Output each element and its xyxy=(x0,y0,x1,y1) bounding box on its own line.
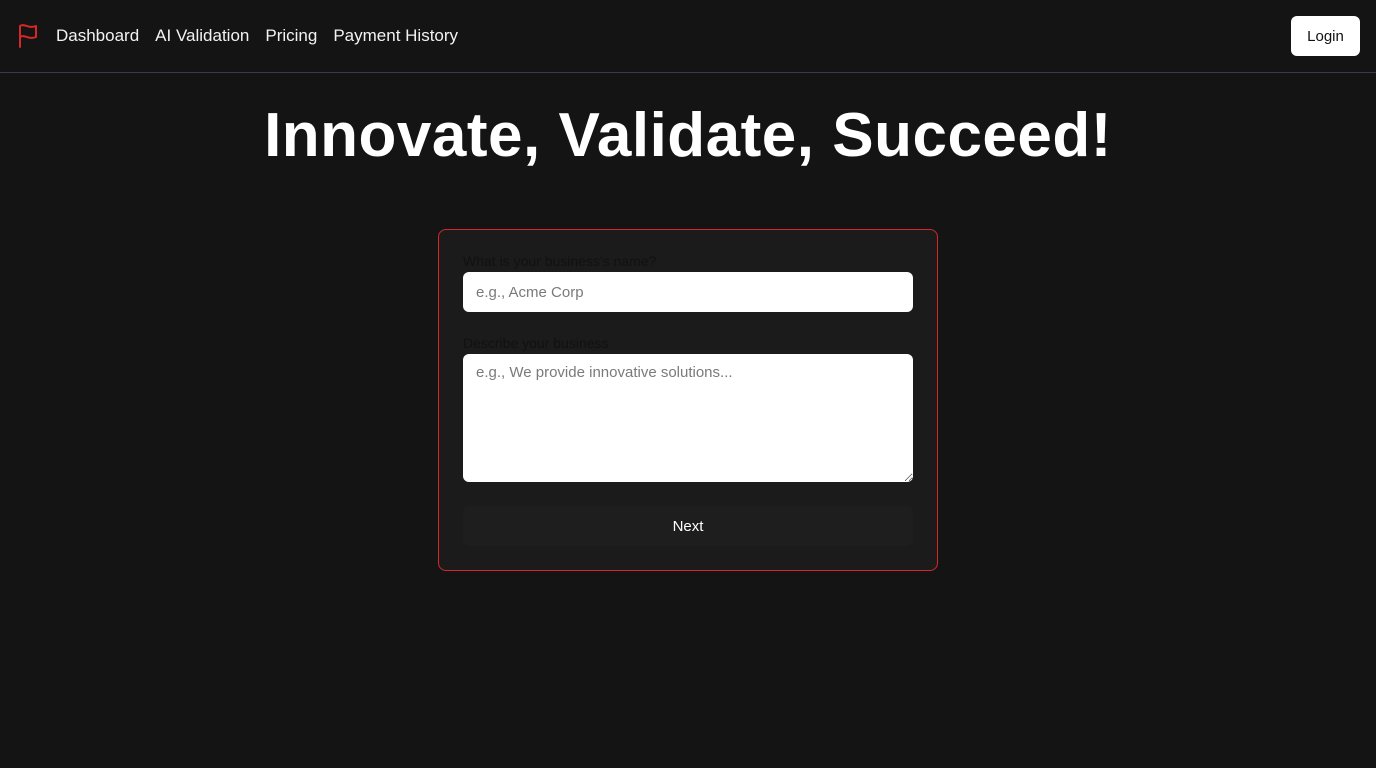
nav-link-payment-history[interactable]: Payment History xyxy=(333,26,458,46)
business-description-label: Describe your business xyxy=(463,335,609,351)
business-name-input[interactable] xyxy=(463,272,913,312)
page-title: Innovate, Validate, Succeed! xyxy=(264,101,1112,170)
business-description-textarea[interactable] xyxy=(463,354,913,482)
nav-link-pricing[interactable]: Pricing xyxy=(265,26,317,46)
flag-icon[interactable] xyxy=(16,23,40,49)
top-navbar: Dashboard AI Validation Pricing Payment … xyxy=(0,0,1376,73)
next-button[interactable]: Next xyxy=(463,506,913,546)
business-form-card: What is your business's name? Describe y… xyxy=(438,229,938,571)
login-button[interactable]: Login xyxy=(1291,16,1360,56)
business-name-label: What is your business's name? xyxy=(463,253,657,269)
nav-link-ai-validation[interactable]: AI Validation xyxy=(155,26,249,46)
nav-link-dashboard[interactable]: Dashboard xyxy=(56,26,139,46)
